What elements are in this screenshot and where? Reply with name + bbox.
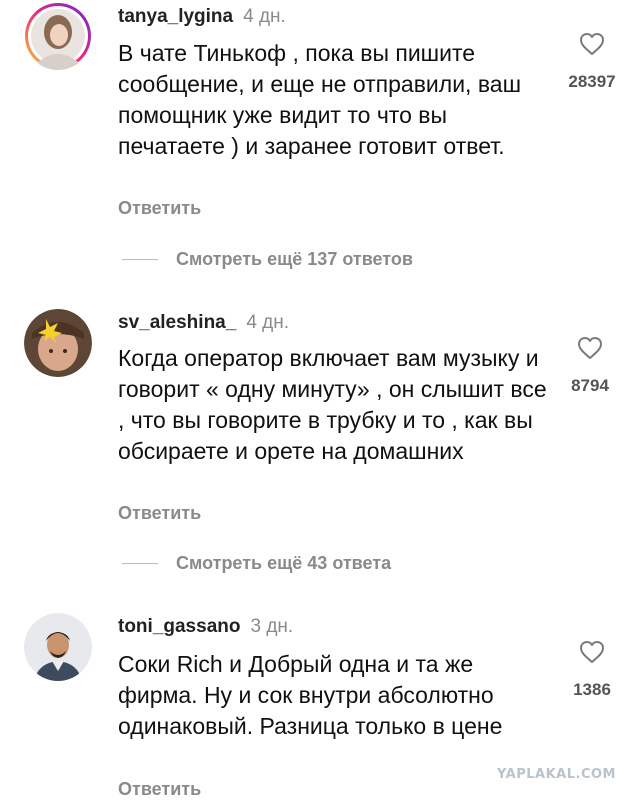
comment-text: В чате Тинькоф , пока вы пишите сообщени… bbox=[118, 40, 522, 159]
comment-age: 4 дн. bbox=[243, 6, 286, 27]
reply-button[interactable]: Ответить bbox=[118, 198, 201, 219]
reply-button[interactable]: Ответить bbox=[118, 779, 201, 800]
comment-username[interactable]: tanya_lygina 4 дн. bbox=[118, 6, 286, 28]
avatar[interactable] bbox=[24, 2, 92, 70]
view-more-replies-label[interactable]: Смотреть ещё 43 ответа bbox=[176, 553, 391, 574]
view-more-replies[interactable]: Смотреть ещё 137 ответов bbox=[122, 247, 413, 271]
heart-icon[interactable] bbox=[552, 32, 632, 56]
like-count: 1386 bbox=[573, 680, 611, 699]
username-text[interactable]: toni_gassano bbox=[118, 616, 240, 637]
like-count: 28397 bbox=[568, 72, 616, 91]
like-count: 8794 bbox=[571, 376, 609, 395]
username-text[interactable]: sv_aleshina_ bbox=[118, 312, 236, 333]
watermark: YAPLAKAL.COM bbox=[497, 767, 616, 782]
view-more-replies[interactable]: Смотреть ещё 43 ответа bbox=[122, 551, 391, 575]
comment-age: 3 дн. bbox=[250, 616, 294, 637]
avatar[interactable] bbox=[24, 309, 92, 377]
like-block: 1386 bbox=[552, 640, 632, 700]
avatar[interactable] bbox=[24, 613, 92, 681]
comment-age: 4 дн. bbox=[246, 312, 290, 333]
like-block: 28397 bbox=[552, 32, 632, 92]
heart-icon[interactable] bbox=[550, 336, 630, 360]
view-more-replies-label[interactable]: Смотреть ещё 137 ответов bbox=[176, 249, 413, 270]
divider bbox=[122, 258, 158, 260]
like-block: 8794 bbox=[550, 336, 630, 396]
comment-username[interactable]: sv_aleshina_ 4 дн. bbox=[118, 312, 289, 334]
reply-button[interactable]: Ответить bbox=[118, 503, 201, 524]
divider bbox=[122, 562, 158, 564]
comment-username[interactable]: toni_gassano 3 дн. bbox=[118, 616, 293, 638]
comment: tanya_lygina 4 дн. В чате Тинькоф , пока … bbox=[0, 0, 640, 280]
comment-text: Когда оператор включает вам музыку и гов… bbox=[118, 345, 547, 464]
heart-icon[interactable] bbox=[552, 640, 632, 664]
username-text[interactable]: tanya_lygina bbox=[118, 6, 233, 27]
comment-text: Соки Rich и Добрый одна и та же фирма. Н… bbox=[118, 651, 503, 739]
